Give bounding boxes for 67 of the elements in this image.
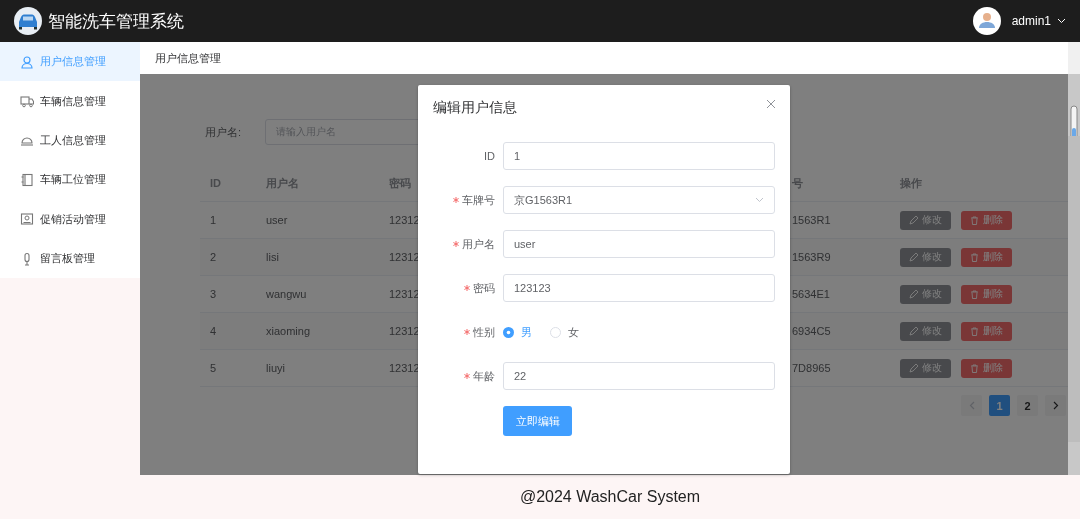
table-cell: user [266, 214, 288, 226]
field-label: 车牌号 [462, 192, 495, 208]
trash-icon [970, 252, 979, 262]
sidebar-item[interactable]: 工人信息管理 [0, 120, 140, 161]
field-label: 用户名: [204, 124, 243, 140]
table-cell: wangwu [266, 288, 307, 300]
table-cell: 5 [210, 362, 217, 374]
table-cell: liuyi [266, 362, 285, 374]
table-cell: 1563R9 [792, 251, 831, 263]
trash-icon [970, 326, 979, 336]
input-field[interactable]: 1 [503, 142, 775, 170]
table-cell: xiaoming [266, 325, 311, 337]
field-label: 年龄 [473, 368, 495, 384]
prev-page-button[interactable] [961, 395, 982, 416]
field-label: 密码 [473, 280, 495, 296]
trash-icon [970, 289, 979, 299]
table-cell: lisi [266, 251, 279, 263]
pencil-icon [909, 215, 918, 225]
user-icon [20, 54, 34, 69]
chevron-left-icon [968, 401, 975, 410]
radio-option[interactable]: 女 [550, 324, 579, 340]
input-field[interactable]: 22 [503, 362, 775, 390]
select-field[interactable]: 京G1563R1 [503, 186, 775, 214]
sidebar-item[interactable]: 促销活动管理 [0, 199, 140, 239]
car-logo [14, 7, 42, 35]
input-field[interactable]: user [503, 230, 775, 258]
close-icon [767, 100, 775, 108]
dialog-title: 编辑用户信息 [433, 99, 517, 117]
notebook-icon [20, 172, 34, 187]
chevron-down-icon [755, 197, 764, 203]
sidebar-item[interactable]: 车辆工位管理 [0, 160, 140, 200]
pencil-icon [909, 326, 918, 336]
avatar-icon [972, 7, 1001, 35]
copyright-text: @2024 WashCar System [519, 488, 701, 506]
page-button[interactable]: 2 [1017, 395, 1038, 416]
field-label: ID [484, 150, 495, 162]
app-title: 智能洗车管理系统 [48, 10, 184, 33]
table-cell: 4 [210, 325, 217, 337]
field-label: 用户名 [462, 236, 495, 252]
pencil-icon [909, 363, 918, 373]
table-cell: 2 [210, 251, 217, 263]
pencil-icon [909, 252, 918, 262]
sidebar-item[interactable]: 留言板管理 [0, 238, 140, 279]
table-cell: 1 [210, 214, 217, 226]
table-cell: 1563R1 [792, 214, 831, 226]
sidebar-item[interactable]: 车辆信息管理 [0, 81, 140, 121]
chevron-right-icon [1052, 401, 1059, 410]
input-field[interactable]: 123123 [503, 274, 775, 302]
table-cell: 6934C5 [792, 325, 831, 337]
table-cell: 12312 [389, 325, 420, 337]
trash-icon [970, 363, 979, 373]
pencil-icon [909, 289, 918, 299]
user-name[interactable]: admin1 [1011, 14, 1051, 28]
caret-icon [1057, 18, 1066, 24]
trash-icon [970, 215, 979, 225]
table-cell: 12312 [389, 288, 420, 300]
truck-icon [20, 94, 34, 109]
next-page-button[interactable] [1045, 395, 1066, 416]
table-cell: 12312 [389, 214, 420, 226]
table-cell: 3 [210, 288, 217, 300]
table-cell: 12312 [389, 251, 420, 263]
table-cell: 5634E1 [792, 288, 830, 300]
field-label: 性别 [473, 324, 495, 340]
close-button[interactable] [767, 100, 775, 108]
table-cell: 7D8965 [792, 362, 831, 374]
table-cell: 12312 [389, 362, 420, 374]
photo-icon [20, 212, 34, 227]
